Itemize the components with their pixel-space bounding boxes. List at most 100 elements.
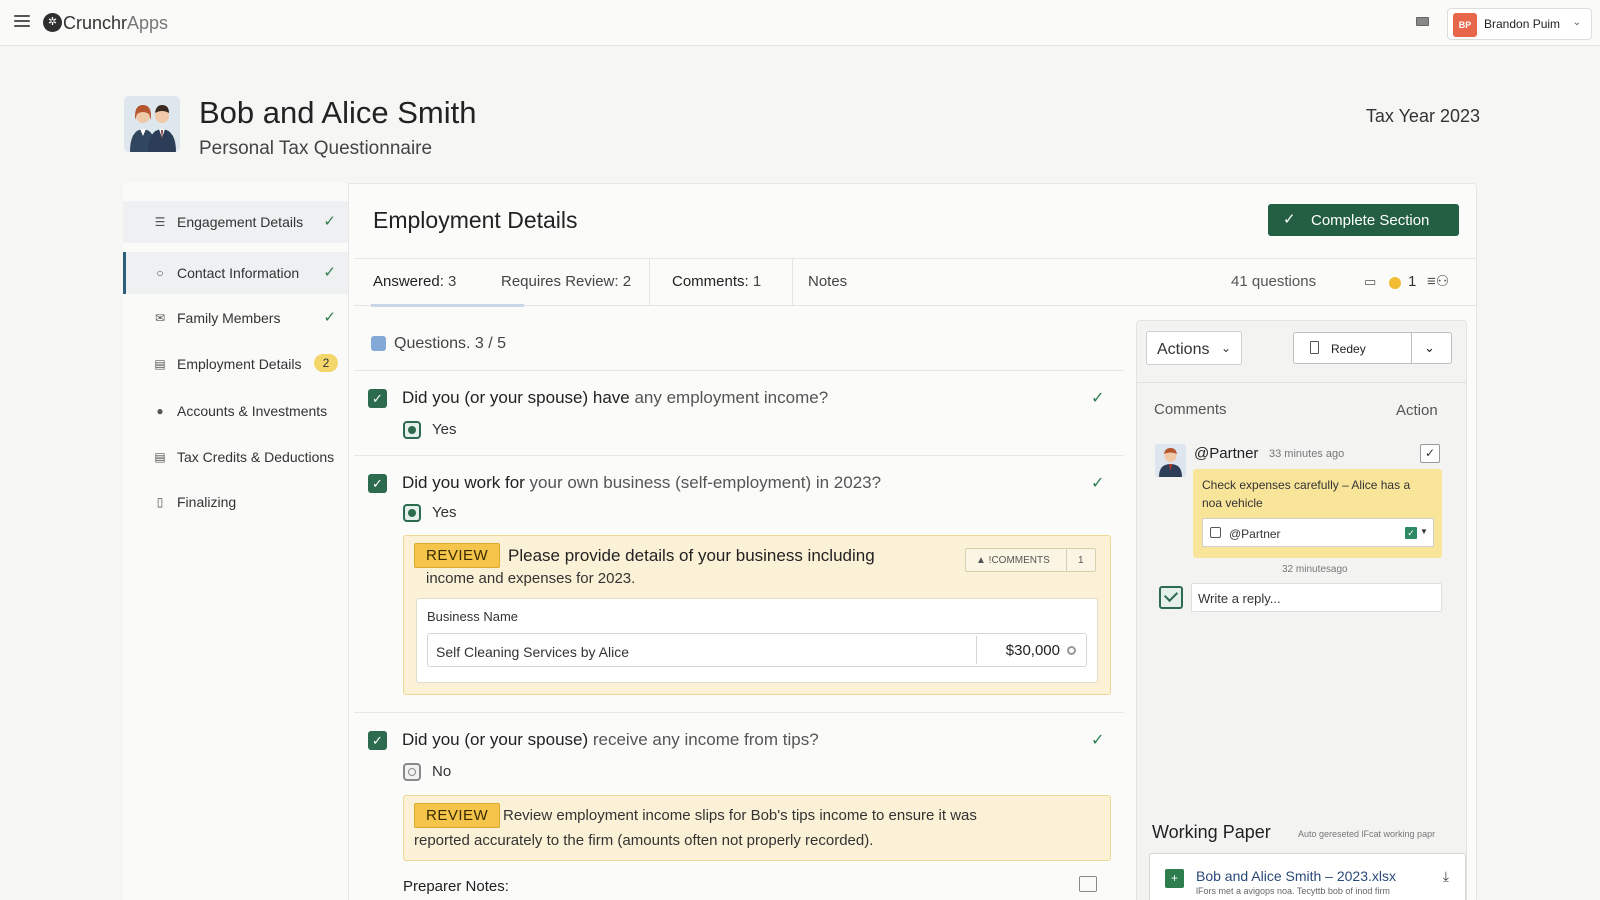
mention-selector[interactable]: @Partner ✓ ▼	[1202, 518, 1434, 547]
brand-name[interactable]: CrunchrApps	[63, 13, 168, 34]
business-amount-field[interactable]: $30,000	[976, 636, 1084, 664]
tax-year: Tax Year 2023	[1365, 106, 1480, 126]
badge-divider	[1066, 549, 1067, 571]
tab-label: Comments:	[672, 273, 749, 290]
tab-requires-review[interactable]: Requires Review: 2	[501, 273, 631, 290]
sidebar-item-label: Family Members	[177, 310, 281, 326]
business-name-label: Business Name	[427, 609, 519, 624]
answer-radio-yes[interactable]	[403, 421, 421, 439]
check-icon: ✓	[1405, 527, 1417, 539]
sidebar-item-accounts-investments[interactable]: ● Accounts & Investments	[123, 390, 348, 432]
action-heading: Action	[1396, 402, 1438, 419]
business-amount-value: $30,000	[1005, 642, 1060, 659]
sidebar-item-employment-details[interactable]: ▤ Employment Details 2	[123, 343, 348, 385]
assign-people-icon[interactable]: ≡⚇	[1427, 272, 1449, 290]
circle-icon	[1067, 646, 1076, 655]
working-paper-filename[interactable]: Bob and Alice Smith – 2023.xlsx	[1196, 868, 1396, 884]
sidebar-item-contact-information[interactable]: ○ Contact Information ✓	[123, 252, 348, 294]
document-icon	[1310, 341, 1319, 354]
tab-answered[interactable]: Answered: 3	[373, 273, 456, 290]
comment-icon[interactable]: ▭	[1364, 274, 1376, 290]
tab-notes[interactable]: Notes	[808, 273, 847, 290]
sidebar-item-label: Finalizing	[177, 494, 237, 510]
reply-input[interactable]: Write a reply...	[1191, 583, 1442, 612]
count-badge: 2	[314, 354, 338, 372]
menu-icon[interactable]	[14, 15, 30, 29]
divider	[354, 370, 1124, 371]
check-icon: ✓	[323, 309, 336, 326]
business-name-field[interactable]: Self Cleaning Services by Alice $30,000	[427, 633, 1087, 667]
check-icon: ✓	[1091, 475, 1105, 492]
comment-text: Check expenses carefully – Alice has a n…	[1202, 478, 1411, 510]
keyboard-icon[interactable]	[1416, 17, 1429, 26]
question-checkbox[interactable]: ✓	[368, 389, 387, 408]
tab-count: 3	[448, 273, 457, 290]
spreadsheet-icon: +	[1165, 869, 1184, 888]
comments-heading: Comments	[1154, 401, 1227, 418]
flag-count: 1	[1408, 273, 1417, 290]
resolve-comment-checkbox[interactable]: ✓	[1420, 444, 1440, 463]
status-tabs: Answered: 3 Requires Review: 2 Comments:…	[354, 258, 1476, 307]
comment-bubble: Check expenses carefully – Alice has a n…	[1193, 469, 1442, 558]
brand-suffix: Apps	[127, 13, 169, 33]
sidebar-item-label: Contact Information	[177, 265, 300, 281]
comments-badge[interactable]: ▲ !COMMENTS 1	[965, 548, 1096, 572]
working-paper-file[interactable]: + Bob and Alice Smith – 2023.xlsx lFors …	[1149, 853, 1466, 900]
redey-split-button[interactable]: Redey ⌄	[1293, 332, 1452, 364]
at-icon	[1210, 527, 1221, 538]
comment-author[interactable]: @Partner	[1194, 445, 1258, 462]
caret-down-icon: ▼	[1420, 527, 1428, 536]
question-checkbox[interactable]: ✓	[368, 474, 387, 493]
download-icon[interactable]: ⤓	[1443, 868, 1449, 885]
review-tag: REVIEW	[414, 543, 501, 568]
business-name-value: Self Cleaning Services by Alice	[436, 644, 629, 660]
check-icon: ✓	[1091, 732, 1105, 749]
redey-label: Redey	[1331, 342, 1366, 356]
questions-icon	[371, 336, 386, 351]
mention-label: @Partner	[1229, 527, 1281, 541]
tab-label: Answered:	[373, 273, 444, 290]
document-icon: ▤	[154, 450, 166, 464]
reply-checkbox[interactable]	[1159, 586, 1183, 609]
business-name-panel: Business Name Self Cleaning Services by …	[416, 598, 1098, 683]
user-avatar: BP	[1453, 13, 1477, 37]
tab-divider	[649, 259, 650, 306]
sidebar-item-family-members[interactable]: ✉ Family Members ✓	[123, 297, 348, 339]
edit-notes-icon[interactable]	[1079, 876, 1097, 892]
answer-label: Yes	[432, 504, 457, 521]
top-bar: ✲ CrunchrApps BP Brandon Puim ⌄	[0, 0, 1600, 46]
sidebar-item-tax-credits-deductions[interactable]: ▤ Tax Credits & Deductions	[123, 436, 348, 478]
client-subtitle: Personal Tax Questionnaire	[199, 138, 433, 159]
actions-dropdown[interactable]: Actions ⌄	[1146, 331, 1242, 365]
tab-label: Requires Review:	[501, 273, 619, 290]
divider	[354, 455, 1124, 456]
sidebar-item-finalizing[interactable]: ▯ Finalizing	[123, 481, 348, 523]
question-bold: Did you work for	[402, 473, 525, 492]
brand-logo-icon: ✲	[43, 13, 62, 32]
divider	[1137, 382, 1466, 383]
question-rest: any employment income?	[629, 388, 829, 407]
review-text-line1: Review employment income slips for Bob's…	[503, 807, 977, 824]
complete-section-button[interactable]: ✓ Complete Section	[1268, 204, 1459, 236]
review-tag: REVIEW	[414, 803, 501, 828]
list-icon: ☰	[154, 215, 166, 229]
review-text-line2: reported accurately to the firm (amounts…	[414, 832, 874, 849]
check-icon: ✓	[323, 213, 336, 230]
answer-label: Yes	[432, 421, 457, 438]
user-menu[interactable]: BP Brandon Puim ⌄	[1447, 8, 1592, 40]
sidebar-item-label: Engagement Details	[177, 214, 304, 230]
chevron-down-icon[interactable]: ⌄	[1424, 340, 1435, 356]
answer-radio-yes[interactable]	[403, 504, 421, 522]
actions-label: Actions	[1157, 341, 1210, 358]
brand-prefix: Crunchr	[63, 13, 128, 33]
person-icon: ●	[156, 404, 164, 418]
question-checkbox[interactable]: ✓	[368, 731, 387, 750]
sidebar-item-label: Accounts & Investments	[177, 403, 328, 419]
flag-dot	[1389, 277, 1401, 289]
working-paper-subtitle: Auto gereseted lFcat working papr	[1298, 829, 1436, 839]
review-text-content: Please provide details of your business …	[508, 546, 875, 565]
tab-comments[interactable]: Comments: 1	[672, 273, 761, 290]
sidebar-item-engagement-details[interactable]: ☰ Engagement Details ✓	[123, 201, 348, 243]
section-sidebar: ☰ Engagement Details ✓ ○ Contact Informa…	[123, 183, 349, 900]
answer-radio-no[interactable]	[403, 763, 421, 781]
